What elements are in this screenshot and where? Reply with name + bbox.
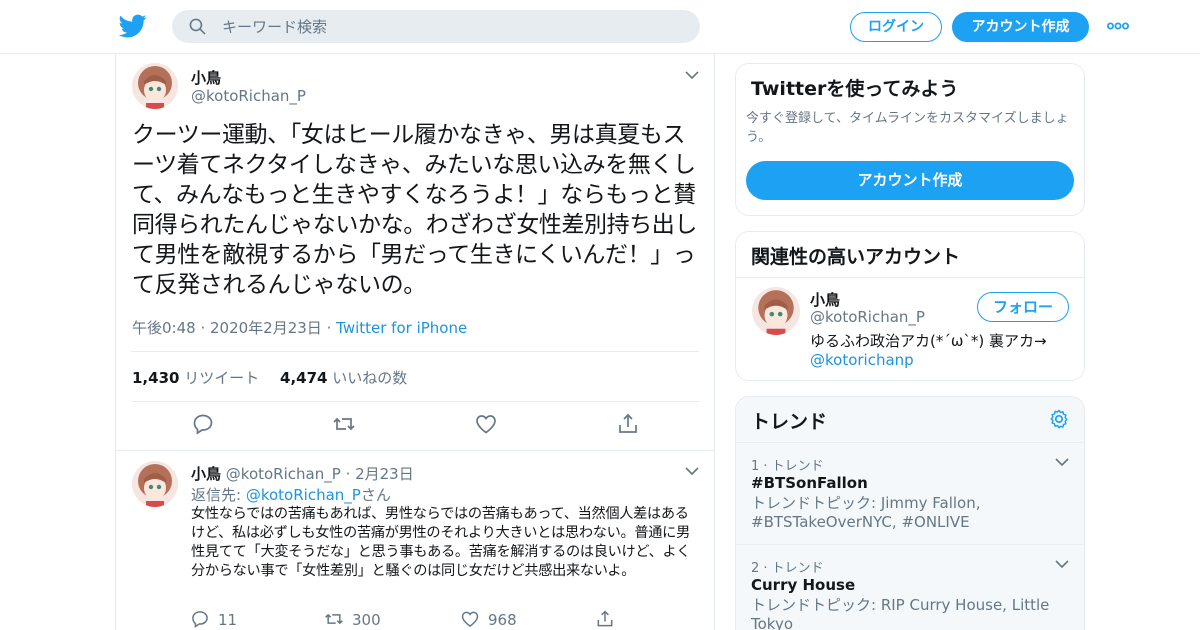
signup-card-subtitle: 今すぐ登録して、タイムラインをカスタマイズしましょう。 bbox=[746, 111, 1069, 145]
tweet-text: クーツー運動、「女はヒール履かなきゃ、男は真夏もスーツ着てネクタイしなきゃ、みた… bbox=[132, 122, 698, 298]
reply-actions: 11 300 968 bbox=[190, 609, 630, 629]
like-heart-icon[interactable] bbox=[474, 412, 498, 436]
divider bbox=[131, 401, 699, 402]
bio-text: ゆるふわ政治アカ(*´ω`*) 裏アカ→ bbox=[810, 332, 1047, 350]
tweet-column: 小鳥 @kotoRichan_P クーツー運動、「女はヒール履かなきゃ、男は真夏… bbox=[115, 54, 715, 630]
tweet-meta: 午後0:48 · 2020年2月23日 · Twitter for iPhone bbox=[132, 317, 467, 338]
chevron-down-icon[interactable] bbox=[1055, 559, 1069, 569]
retweet-action[interactable]: 300 bbox=[324, 609, 381, 629]
related-account-handle[interactable]: @kotoRichan_P bbox=[810, 308, 925, 326]
reply-header: 小鳥 @kotoRichan_P · 2月23日 bbox=[191, 463, 414, 484]
reply-author-handle[interactable]: @kotoRichan_P bbox=[226, 465, 341, 483]
share-action[interactable] bbox=[595, 609, 623, 629]
reply-to-handle-link[interactable]: @kotoRichan_P bbox=[246, 486, 361, 504]
like-stat-label: いいねの数 bbox=[332, 369, 408, 387]
retweet-count: 1,430 bbox=[132, 369, 180, 387]
avatar[interactable] bbox=[132, 63, 178, 109]
share-icon[interactable] bbox=[616, 412, 640, 436]
related-accounts-card: 関連性の高いアカウント 小鳥 @kotoRichan_P フォロー ゆるふわ政治… bbox=[735, 231, 1085, 381]
trend-tag[interactable]: Curry House bbox=[751, 576, 855, 594]
signup-card-title: Twitterを使ってみよう bbox=[751, 78, 959, 100]
trend-item[interactable]: 1 · トレンド #BTSonFallon トレンドトピック: Jimmy Fa… bbox=[736, 442, 1084, 545]
trends-card: トレンド 1 · トレンド #BTSonFallon トレンドトピック: Jim… bbox=[735, 396, 1085, 630]
follow-button[interactable]: フォロー bbox=[977, 292, 1069, 322]
retweet-icon[interactable] bbox=[332, 412, 356, 436]
tweet-author-handle[interactable]: @kotoRichan_P bbox=[191, 87, 306, 105]
trend-item[interactable]: 2 · トレンド Curry House トレンドトピック: RIP Curry… bbox=[736, 544, 1084, 630]
search-input[interactable] bbox=[222, 10, 682, 43]
trend-tag[interactable]: #BTSonFallon bbox=[751, 474, 868, 492]
related-account-name[interactable]: 小鳥 bbox=[810, 289, 840, 310]
trends-title: トレンド bbox=[751, 411, 828, 433]
reply-action[interactable]: 11 bbox=[190, 609, 237, 629]
divider bbox=[736, 277, 1084, 278]
chevron-down-icon[interactable] bbox=[1055, 457, 1069, 467]
avatar[interactable] bbox=[752, 287, 800, 335]
trend-rank: 2 · トレンド bbox=[751, 561, 824, 576]
bio-link[interactable]: @kotorichanp bbox=[810, 351, 914, 369]
retweet-stat[interactable]: 1,430 リツイート bbox=[132, 369, 259, 387]
twitter-logo-icon[interactable] bbox=[119, 12, 147, 40]
like-count: 4,474 bbox=[280, 369, 328, 387]
login-button[interactable]: ログイン bbox=[850, 12, 942, 42]
like-action[interactable]: 968 bbox=[460, 609, 517, 629]
avatar[interactable] bbox=[132, 461, 178, 507]
like-stat[interactable]: 4,474 いいねの数 bbox=[280, 369, 407, 387]
divider bbox=[131, 351, 699, 352]
tweet-stats: 1,430 リツイート 4,474 いいねの数 bbox=[132, 367, 407, 388]
search-bar[interactable] bbox=[172, 10, 700, 43]
search-icon bbox=[189, 18, 206, 35]
related-card-title: 関連性の高いアカウント bbox=[751, 246, 961, 268]
meta-separator: · bbox=[326, 319, 332, 337]
retweet-icon bbox=[325, 613, 343, 625]
tweet-actions bbox=[116, 412, 714, 440]
reply-text: 女性ならではの苦痛もあれば、男性ならではの苦痛もあって、当然個人差はあるけど、私… bbox=[191, 506, 691, 579]
related-account-bio: ゆるふわ政治アカ(*´ω`*) 裏アカ→ @kotorichanp bbox=[810, 332, 1070, 370]
reply-author-name[interactable]: 小鳥 bbox=[191, 465, 221, 483]
trend-rank: 1 · トレンド bbox=[751, 459, 824, 474]
signup-button[interactable]: アカウント作成 bbox=[952, 12, 1089, 42]
chevron-down-icon[interactable] bbox=[685, 466, 699, 476]
reply-date[interactable]: · 2月23日 bbox=[346, 465, 414, 483]
tweet-timestamp[interactable]: 午後0:48 · 2020年2月23日 bbox=[132, 319, 322, 337]
signup-card: Twitterを使ってみよう 今すぐ登録して、タイムラインをカスタマイズしましょ… bbox=[735, 63, 1085, 216]
main-tweet: 小鳥 @kotoRichan_P クーツー運動、「女はヒール履かなきゃ、男は真夏… bbox=[116, 54, 714, 451]
reply-icon bbox=[192, 611, 208, 628]
reply-icon[interactable] bbox=[191, 412, 215, 436]
signup-card-button[interactable]: アカウント作成 bbox=[746, 161, 1074, 200]
reply-count: 11 bbox=[218, 611, 238, 629]
retweet-count: 300 bbox=[352, 611, 381, 629]
tweet-source-link[interactable]: Twitter for iPhone bbox=[336, 319, 467, 337]
retweet-stat-label: リツイート bbox=[184, 369, 260, 387]
reply-to-prefix: 返信先: bbox=[191, 486, 242, 504]
like-count: 968 bbox=[488, 611, 517, 629]
reply-tweet[interactable]: 小鳥 @kotoRichan_P · 2月23日 返信先: @kotoRicha… bbox=[116, 451, 714, 630]
trend-topics: トレンドトピック: RIP Curry House, Little Tokyo bbox=[751, 596, 1050, 630]
reply-to-suffix: さん bbox=[360, 486, 391, 504]
like-heart-icon bbox=[461, 611, 479, 627]
chevron-down-icon[interactable] bbox=[685, 70, 699, 80]
more-options-icon[interactable] bbox=[1107, 18, 1129, 34]
reply-to-line: 返信先: @kotoRichan_Pさん bbox=[191, 484, 391, 505]
gear-icon[interactable] bbox=[1048, 408, 1070, 430]
share-icon bbox=[597, 610, 613, 627]
top-bar: ログイン アカウント作成 bbox=[0, 0, 1200, 54]
trend-topics: トレンドトピック: Jimmy Fallon, #BTSTakeOverNYC,… bbox=[751, 494, 981, 531]
tweet-author-name[interactable]: 小鳥 bbox=[191, 67, 221, 88]
